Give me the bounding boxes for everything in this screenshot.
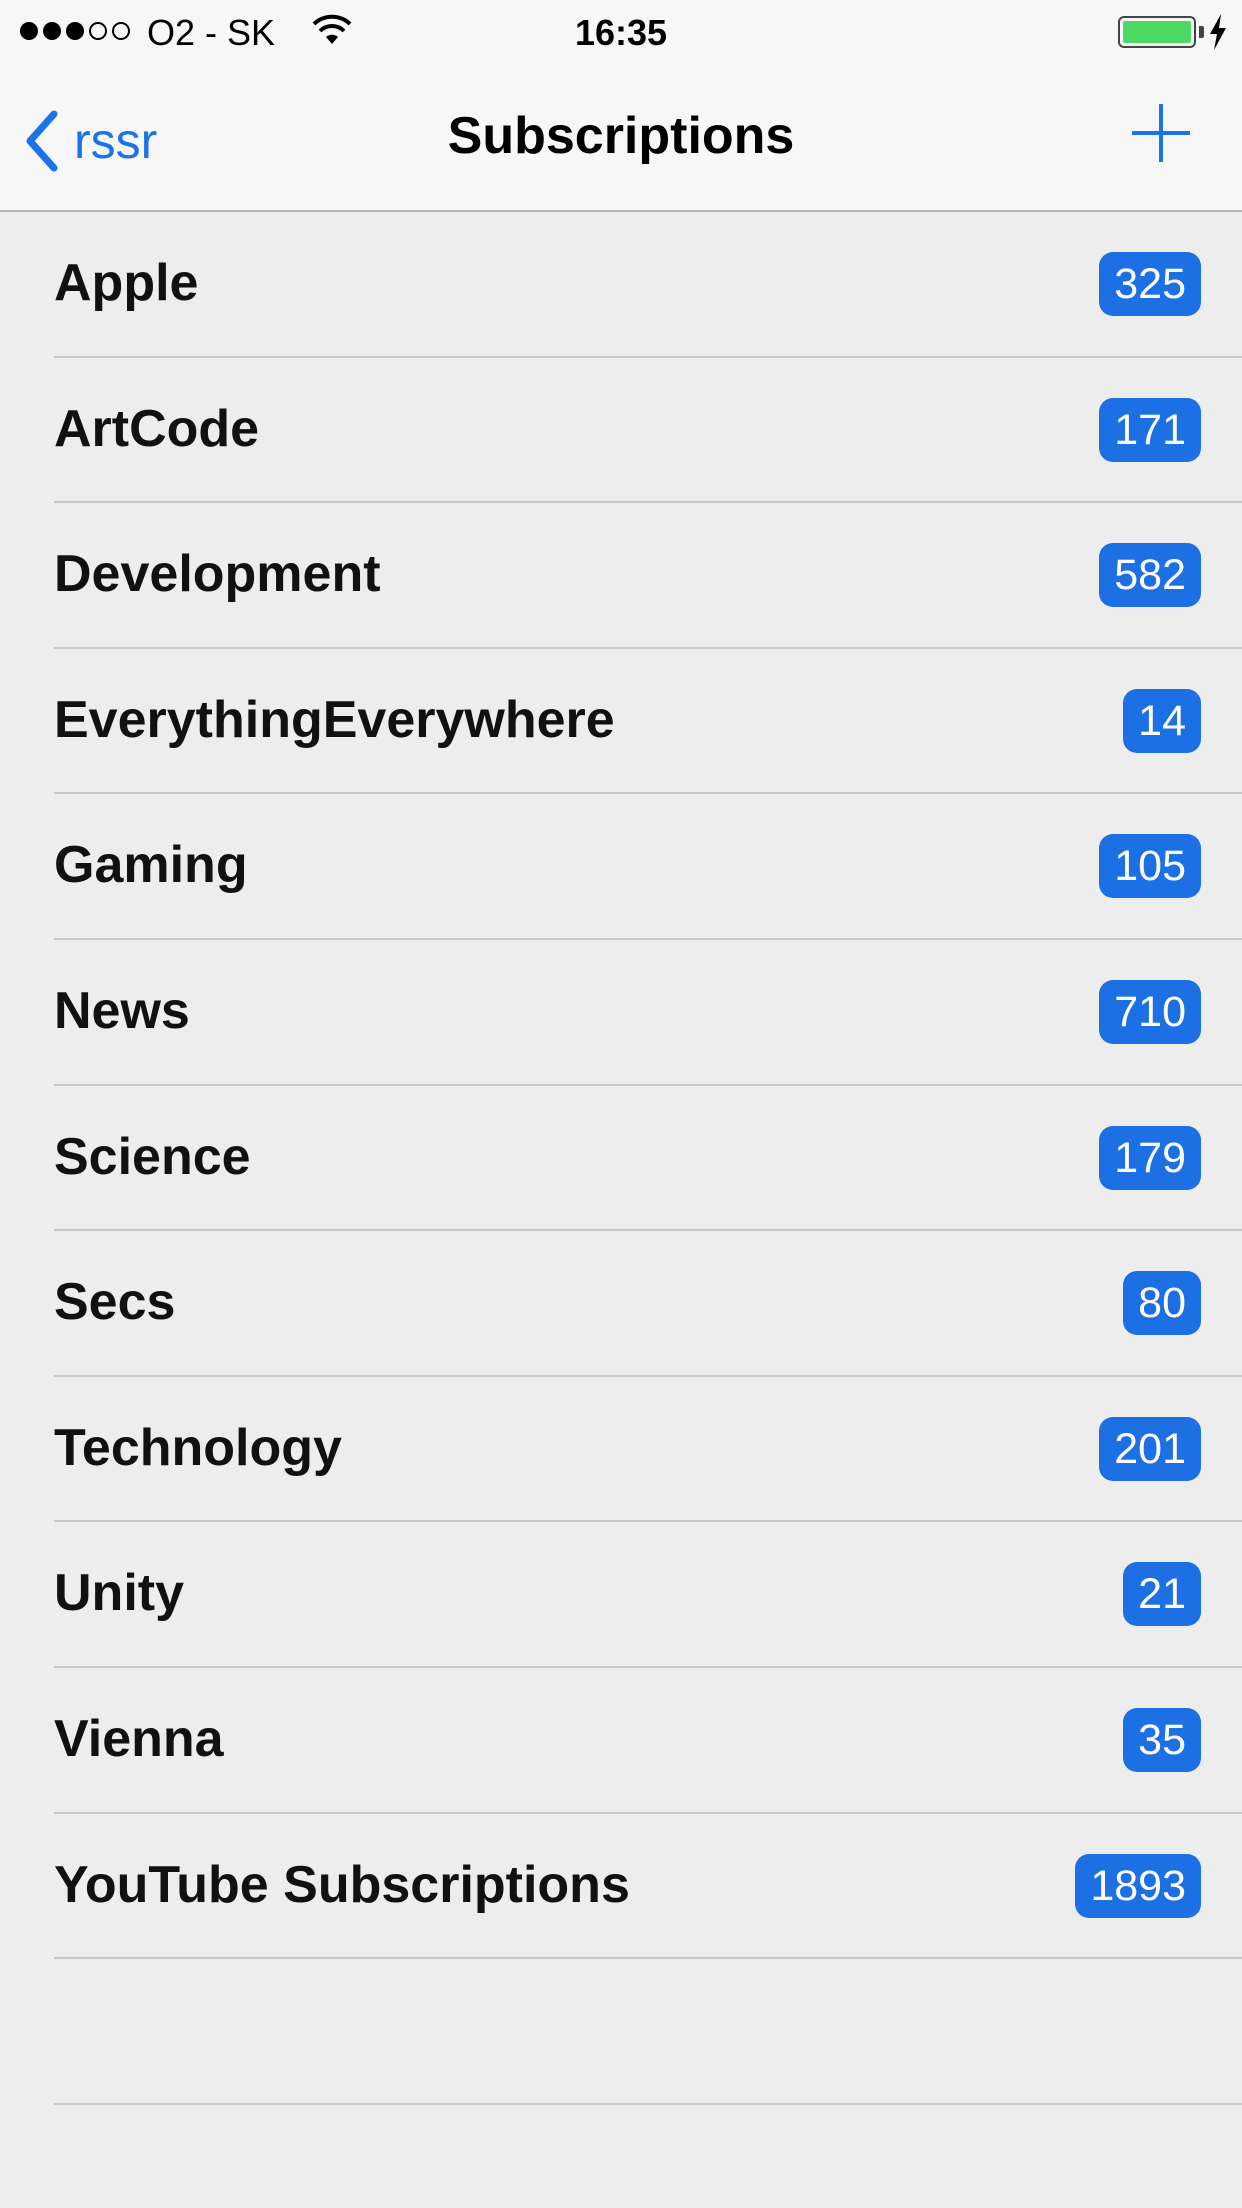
unread-count-badge: 14 [1123, 688, 1201, 753]
battery-icon [1118, 16, 1196, 48]
unread-count-badge: 710 [1099, 979, 1201, 1044]
unread-count-badge: 201 [1099, 1416, 1201, 1481]
unread-count-badge: 171 [1099, 397, 1201, 462]
list-item[interactable]: YouTube Subscriptions 1893 [0, 1814, 1242, 1960]
unread-count-badge: 325 [1099, 252, 1201, 316]
subscription-name: Development [54, 545, 381, 604]
list-item[interactable]: EverythingEverywhere 14 [0, 649, 1242, 795]
subscription-name: Unity [54, 1564, 184, 1623]
list-item[interactable]: Vienna 35 [0, 1668, 1242, 1814]
subscription-name: Apple [54, 254, 199, 312]
status-time: 16:35 [574, 12, 668, 53]
plus-icon[interactable] [1130, 102, 1192, 164]
charging-bolt-icon [1210, 14, 1226, 50]
subscription-name: Technology [54, 1418, 342, 1477]
list-item[interactable]: ArtCode 171 [0, 358, 1242, 504]
list-item[interactable]: Unity 21 [0, 1522, 1242, 1668]
subscription-name: EverythingEverywhere [54, 690, 615, 749]
unread-count-badge: 179 [1099, 1125, 1201, 1190]
battery-level [1123, 21, 1191, 43]
battery-cap [1199, 26, 1204, 38]
unread-count-badge: 1893 [1075, 1853, 1201, 1918]
subscription-name: Vienna [54, 1709, 224, 1768]
unread-count-badge: 21 [1123, 1562, 1201, 1627]
page-title: Subscriptions [447, 107, 795, 165]
list-item[interactable]: Science 179 [0, 1086, 1242, 1232]
unread-count-badge: 35 [1123, 1707, 1201, 1772]
subscription-name: YouTube Subscriptions [54, 1855, 630, 1914]
subscription-name: News [54, 981, 190, 1040]
subscription-name: ArtCode [54, 399, 260, 458]
subscription-name: Science [54, 1127, 251, 1186]
navigation-bar: rssr Subscriptions [0, 66, 1242, 212]
empty-row [0, 1959, 1242, 2105]
unread-count-badge: 80 [1123, 1271, 1201, 1336]
list-item[interactable]: Gaming 105 [0, 794, 1242, 940]
list-item[interactable]: Apple 325 [0, 212, 1242, 358]
list-item[interactable]: News 710 [0, 940, 1242, 1086]
list-item[interactable]: Development 582 [0, 503, 1242, 649]
subscriptions-screen: O2 - SK 16:35 rssr Subscriptions Apple 32… [0, 0, 1242, 2208]
list-item[interactable]: Secs 80 [0, 1231, 1242, 1377]
subscription-name: Gaming [54, 836, 248, 895]
unread-count-badge: 105 [1099, 834, 1201, 899]
subscriptions-list: Apple 325 ArtCode 171 Development 582 Everythi… [0, 212, 1242, 2105]
status-bar: O2 - SK 16:35 [0, 0, 1242, 66]
unread-count-badge: 582 [1099, 543, 1201, 608]
subscription-name: Secs [54, 1273, 176, 1332]
list-item[interactable]: Technology 201 [0, 1377, 1242, 1523]
